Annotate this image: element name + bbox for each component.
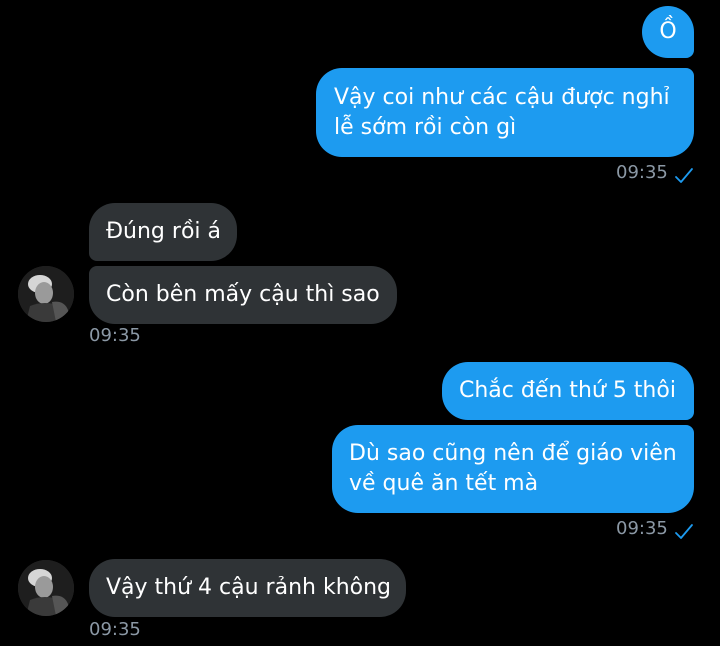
message-bubble-outgoing[interactable]: Ồ xyxy=(642,6,694,58)
message-bubble-incoming[interactable]: Còn bên mấy cậu thì sao xyxy=(89,266,397,324)
check-icon xyxy=(675,168,693,183)
message-text: Còn bên mấy cậu thì sao xyxy=(106,282,380,307)
message-timestamp: 09:35 xyxy=(616,518,668,539)
message-text: Chắc đến thứ 5 thôi xyxy=(459,378,676,403)
message-text-line: lễ sớm rồi còn gì xyxy=(334,115,517,140)
message-bubble-outgoing[interactable]: Chắc đến thứ 5 thôi xyxy=(442,362,694,420)
message-bubble-incoming[interactable]: Vậy thứ 4 cậu rảnh không xyxy=(89,559,406,617)
message-bubble-outgoing[interactable]: Dù sao cũng nên để giáo viên về quê ăn t… xyxy=(332,425,694,513)
message-text-line: về quê ăn tết mà xyxy=(349,471,539,496)
message-text: Ồ xyxy=(659,19,677,44)
message-bubble-incoming[interactable]: Đúng rồi á xyxy=(89,203,237,261)
avatar[interactable] xyxy=(18,560,74,616)
message-timestamp: 09:35 xyxy=(89,619,141,640)
avatar-image xyxy=(18,266,74,322)
message-text-line: Dù sao cũng nên để giáo viên xyxy=(349,441,677,466)
message-text: Vậy thứ 4 cậu rảnh không xyxy=(106,575,392,600)
avatar-image xyxy=(18,560,74,616)
message-text: Đúng rồi á xyxy=(106,219,221,244)
message-timestamp: 09:35 xyxy=(616,162,668,183)
message-text-line: Vậy coi như các cậu được nghỉ xyxy=(334,85,670,110)
message-timestamp: 09:35 xyxy=(89,325,141,346)
check-icon xyxy=(675,524,693,539)
avatar[interactable] xyxy=(18,266,74,322)
message-bubble-outgoing[interactable]: Vậy coi như các cậu được nghỉ lễ sớm rồi… xyxy=(316,68,694,157)
